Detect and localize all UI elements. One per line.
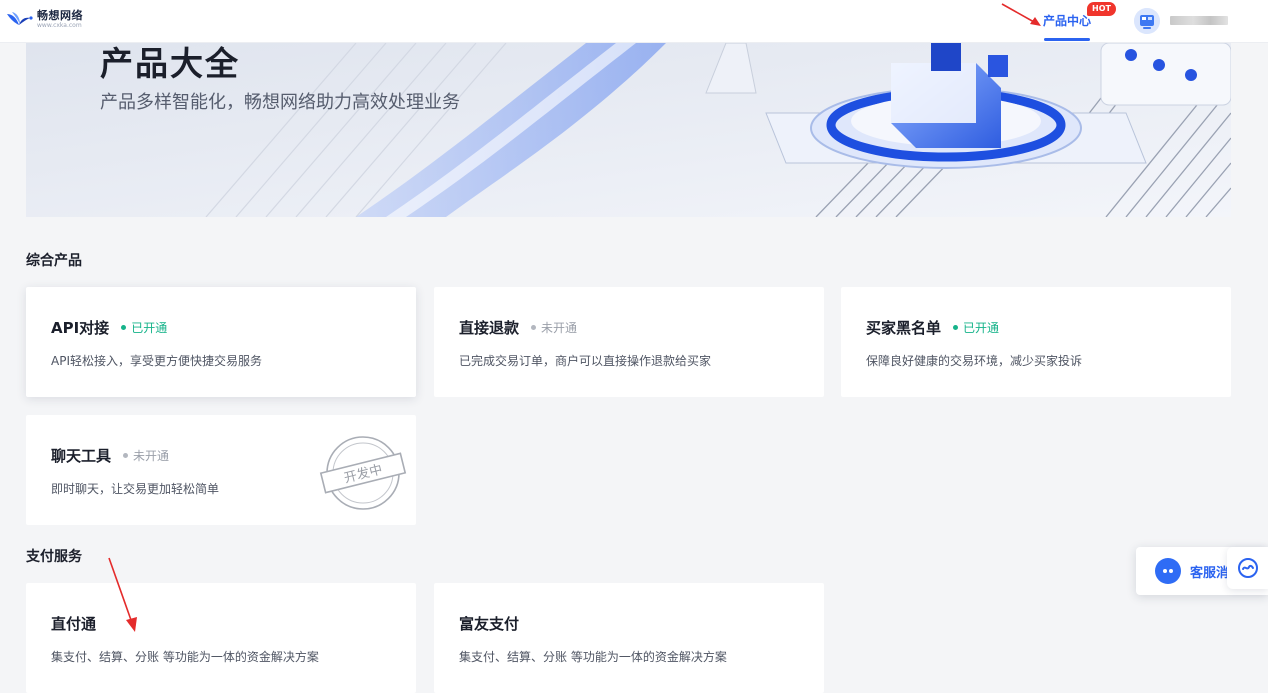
status-label: 未开通 <box>541 321 578 335</box>
status-badge: 已开通 <box>121 319 167 336</box>
top-navigation-bar: 畅想网络 www.cxka.com 产品中心 HOT <box>0 0 1268 43</box>
status-dot-icon <box>121 325 127 330</box>
section-title-payment: 支付服务 <box>26 549 82 565</box>
assistant-icon <box>1237 558 1258 578</box>
card-name: 直付通 <box>51 615 97 633</box>
card-name: 富友支付 <box>459 615 520 633</box>
product-card-chat-tool[interactable]: 聊天工具 未开通 即时聊天，让交易更加轻松简单 开发中 <box>26 415 416 525</box>
hot-badge: HOT <box>1087 2 1116 16</box>
status-dot-icon <box>123 453 129 458</box>
card-name: 直接退款 <box>459 319 520 337</box>
username-blurred[interactable] <box>1170 16 1228 25</box>
card-description: 集支付、结算、分账 等功能为一体的资金解决方案 <box>51 650 319 664</box>
status-badge: 未开通 <box>531 319 577 336</box>
logo-bird-icon <box>7 12 33 25</box>
nav-product-center[interactable]: 产品中心 <box>1043 12 1091 29</box>
card-name: 聊天工具 <box>51 447 112 465</box>
brand-logo[interactable]: 畅想网络 www.cxka.com <box>6 10 83 32</box>
banner-subtitle: 产品多样智能化，畅想网络助力高效处理业务 <box>100 92 460 113</box>
card-description: 集支付、结算、分账 等功能为一体的资金解决方案 <box>459 650 727 664</box>
status-dot-icon <box>531 325 537 330</box>
assistant-button[interactable] <box>1227 547 1268 589</box>
card-description: API轻松接入，享受更方便快捷交易服务 <box>51 354 262 368</box>
card-description: 即时聊天，让交易更加轻松简单 <box>51 482 220 496</box>
chat-bubble-icon <box>1155 558 1181 584</box>
status-badge: 未开通 <box>123 447 169 464</box>
nav-active-indicator <box>1044 38 1090 41</box>
product-card-api[interactable]: API对接 已开通 API轻松接入，享受更方便快捷交易服务 <box>26 287 416 397</box>
product-card-direct-refund[interactable]: 直接退款 未开通 已完成交易订单，商户可以直接操作退款给买家 <box>434 287 824 397</box>
card-description: 已完成交易订单，商户可以直接操作退款给买家 <box>459 354 712 368</box>
card-name: API对接 <box>51 319 110 337</box>
status-label: 已开通 <box>963 321 1000 335</box>
brand-name: 畅想网络 <box>37 9 83 22</box>
card-description: 保障良好健康的交易环境，减少买家投诉 <box>866 354 1083 368</box>
status-label: 未开通 <box>133 449 170 463</box>
product-card-buyer-blacklist[interactable]: 买家黑名单 已开通 保障良好健康的交易环境，减少买家投诉 <box>841 287 1231 397</box>
status-badge: 已开通 <box>953 319 999 336</box>
user-avatar[interactable] <box>1134 8 1160 34</box>
payment-card-zhifutong[interactable]: 直付通 集支付、结算、分账 等功能为一体的资金解决方案 <box>26 583 416 693</box>
brand-url: www.cxka.com <box>37 22 82 29</box>
user-avatar-icon <box>1134 8 1160 34</box>
banner-title: 产品大全 <box>100 44 240 83</box>
hero-banner: 产品大全 产品多样智能化，畅想网络助力高效处理业务 <box>26 43 1231 217</box>
payment-card-fuyou[interactable]: 富友支付 集支付、结算、分账 等功能为一体的资金解决方案 <box>434 583 824 693</box>
card-name: 买家黑名单 <box>866 319 942 337</box>
section-title-integrated: 综合产品 <box>26 253 82 269</box>
status-label: 已开通 <box>131 321 168 335</box>
dev-stamp-icon: 开发中 <box>319 436 407 510</box>
status-dot-icon <box>953 325 959 330</box>
